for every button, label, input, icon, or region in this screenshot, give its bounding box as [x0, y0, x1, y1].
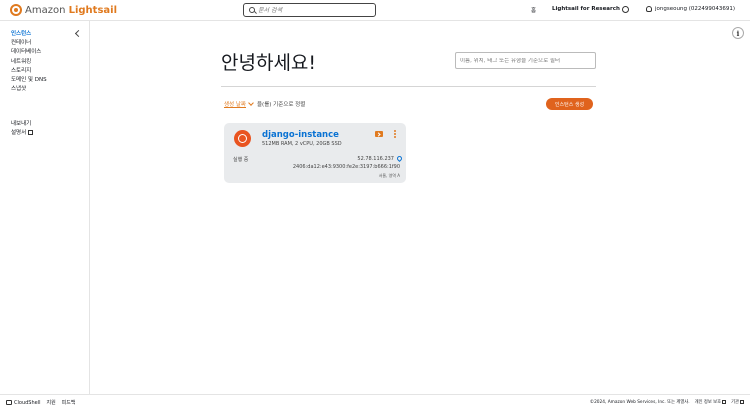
- sort-control: 생성 날짜 을(를) 기준으로 정렬: [224, 100, 305, 108]
- lightsail-logo-icon: [10, 4, 22, 16]
- documentation-label: 설명서: [11, 130, 27, 137]
- footer-right: ©2024, Amazon Web Services, Inc. 또는 계열사.…: [590, 399, 744, 405]
- sidebar-item-databases[interactable]: 데이터베이스: [11, 48, 47, 57]
- filter-box[interactable]: [455, 52, 596, 69]
- create-instance-button[interactable]: 인스턴스 생성: [546, 98, 593, 110]
- cloudshell-link[interactable]: CloudShell: [6, 399, 41, 406]
- page-title: 안녕하세요!: [221, 52, 317, 74]
- sidebar-item-containers[interactable]: 컨테이너: [11, 39, 47, 48]
- sort-suffix-label: 을(를) 기준으로 정렬: [257, 102, 306, 108]
- user-label: jongseoung (022499043691): [655, 6, 735, 12]
- cloudshell-label: CloudShell: [14, 399, 41, 406]
- ubuntu-icon: [234, 130, 251, 147]
- sidebar-item-storage[interactable]: 스토리지: [11, 67, 47, 76]
- footer-left: CloudShell 지원 피드백: [6, 399, 76, 406]
- gear-icon[interactable]: [622, 6, 629, 13]
- divider: [221, 86, 596, 87]
- filter-input[interactable]: [460, 57, 594, 64]
- logo-brand: Lightsail: [68, 4, 118, 16]
- instance-ipv4: 52.78.116.237: [357, 156, 394, 162]
- privacy-label: 개인 정보 보호: [694, 400, 722, 405]
- instance-name-link[interactable]: django-instance: [262, 130, 339, 140]
- user-icon: [646, 6, 652, 12]
- lightsail-logo[interactable]: Amazon Lightsail: [10, 4, 117, 16]
- terms-link[interactable]: 기관: [731, 399, 744, 405]
- sidebar: 인스턴스 컨테이너 데이터베이스 네트워킹 스토리지 도메인 및 DNS 스냅샷…: [0, 21, 90, 394]
- terminal-icon[interactable]: [375, 131, 383, 137]
- search-icon: [249, 7, 255, 13]
- instance-status: 실행 중: [233, 157, 249, 163]
- chevron-left-icon[interactable]: [74, 29, 83, 38]
- chevron-down-icon[interactable]: [248, 100, 254, 106]
- external-link-icon: [740, 399, 744, 404]
- more-actions-icon[interactable]: [394, 130, 396, 138]
- sidebar-item-domains-dns[interactable]: 도메인 및 DNS: [11, 76, 47, 85]
- sidebar-item-networking[interactable]: 네트워킹: [11, 58, 47, 67]
- sidebar-secondary-nav: 내보내기 설명서: [11, 120, 34, 138]
- instance-zone: 서울, 영역 A: [378, 173, 400, 178]
- support-link[interactable]: 지원: [46, 399, 55, 406]
- privacy-link[interactable]: 개인 정보 보호: [694, 399, 727, 405]
- external-link-icon: [722, 399, 727, 404]
- instance-card[interactable]: django-instance 512MB RAM, 2 vCPU, 20GB …: [224, 123, 406, 183]
- info-icon[interactable]: i: [732, 27, 744, 39]
- cloudshell-icon: [6, 399, 12, 405]
- search-input[interactable]: [258, 6, 368, 14]
- footer: CloudShell 지원 피드백 ©2024, Amazon Web Serv…: [0, 394, 750, 410]
- logo-text: Amazon Lightsail: [25, 5, 117, 16]
- instance-spec: 512MB RAM, 2 vCPU, 20GB SSD: [262, 141, 342, 147]
- pin-icon[interactable]: [395, 154, 404, 163]
- sidebar-item-exports[interactable]: 내보내기: [11, 120, 33, 129]
- terms-label: 기관: [731, 400, 739, 405]
- sidebar-item-documentation[interactable]: 설명서: [11, 129, 34, 138]
- sidebar-nav: 인스턴스 컨테이너 데이터베이스 네트워킹 스토리지 도메인 및 DNS 스냅샷: [11, 30, 47, 94]
- top-navigation-bar: Amazon Lightsail 홈 Lightsail for Researc…: [0, 0, 750, 21]
- search-box[interactable]: [243, 3, 376, 17]
- sort-by-link[interactable]: 생성 날짜: [224, 100, 246, 108]
- sidebar-item-instances[interactable]: 인스턴스: [11, 30, 47, 39]
- research-link[interactable]: Lightsail for Research: [552, 6, 620, 12]
- sidebar-item-snapshots[interactable]: 스냅샷: [11, 85, 47, 94]
- feedback-link[interactable]: 피드백: [62, 399, 76, 406]
- logo-prefix: Amazon: [25, 4, 69, 16]
- copyright-text: ©2024, Amazon Web Services, Inc. 또는 계열사.: [589, 400, 690, 405]
- home-link[interactable]: 홈: [531, 6, 536, 14]
- external-link-icon: [28, 130, 34, 136]
- user-menu[interactable]: jongseoung (022499043691): [646, 6, 735, 12]
- instance-ipv6: 2406:da12:e43:9300:fe2e:3197:b666:1f90: [292, 164, 400, 170]
